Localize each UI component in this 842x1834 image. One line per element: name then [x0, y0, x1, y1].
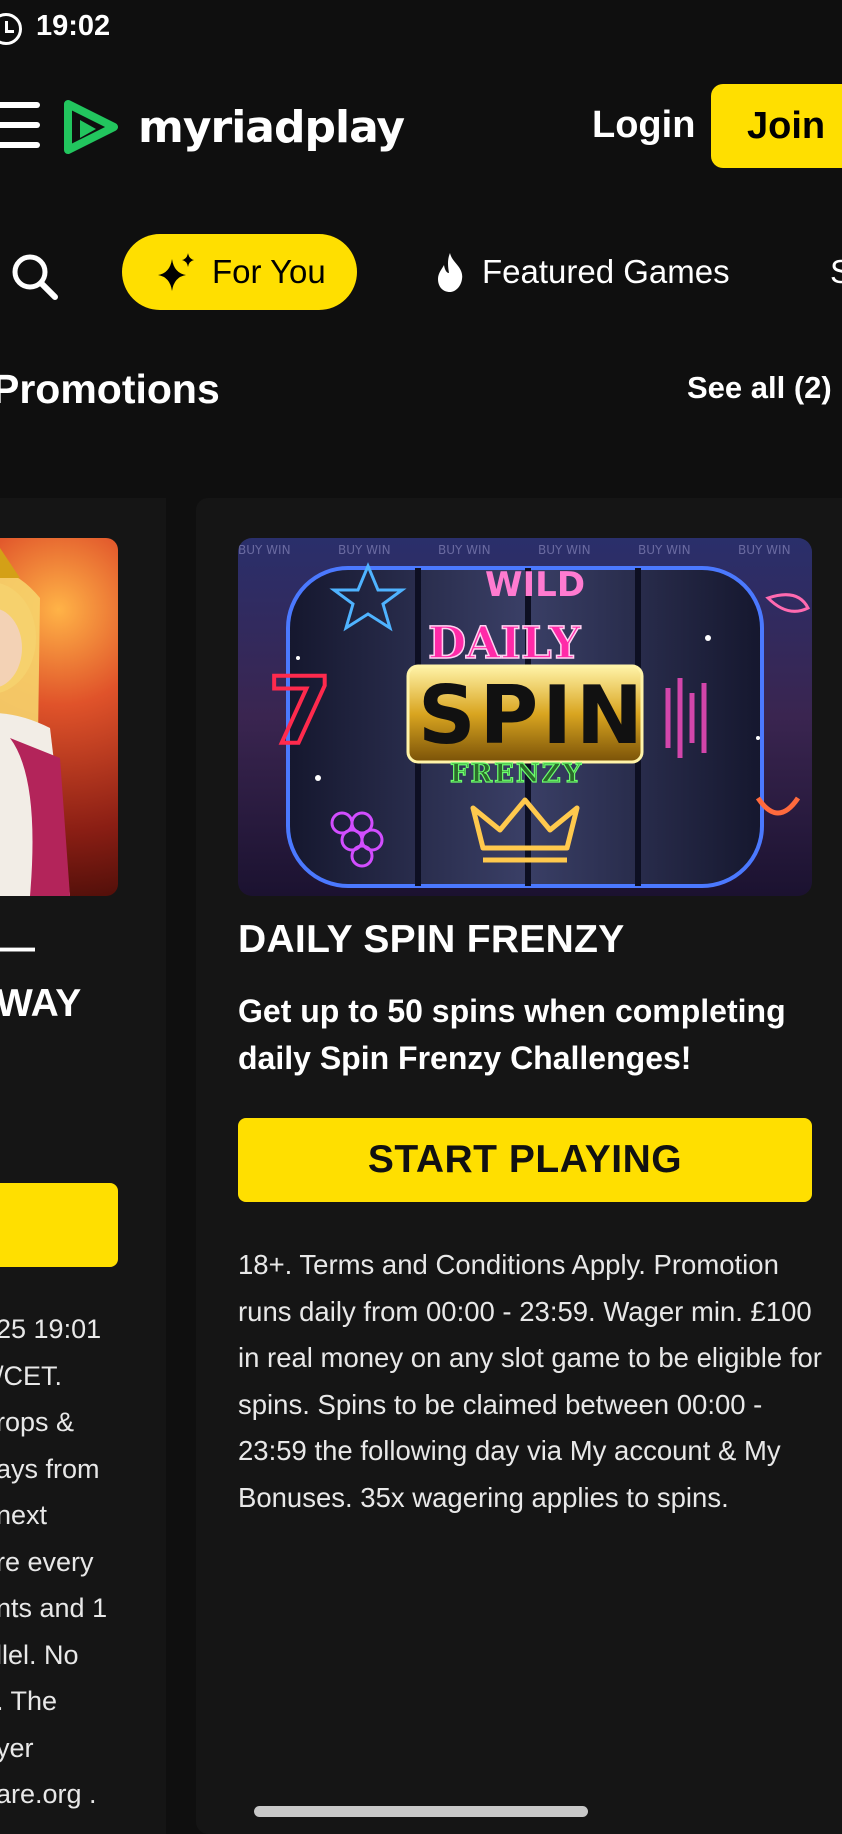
home-indicator[interactable] — [254, 1806, 588, 1817]
watermark-text: BUY WIN — [738, 543, 791, 557]
login-link[interactable]: Login — [592, 104, 695, 147]
daily-text: DAILY — [428, 618, 581, 669]
watermark-text: BUY WIN — [638, 543, 691, 557]
sparkle-icon — [158, 253, 194, 291]
terms-line: yer — [0, 1732, 34, 1763]
wild-text: WILD — [485, 565, 585, 605]
start-playing-button[interactable]: START PLAYING — [238, 1118, 812, 1202]
promo-terms: 18+. Terms and Conditions Apply. Promoti… — [238, 1249, 822, 1513]
character-illustration — [0, 548, 70, 896]
brand-name: myriadplay — [138, 101, 405, 153]
promo-image-partial[interactable] — [0, 538, 118, 896]
terms-line: /CET. — [0, 1360, 63, 1391]
frenzy-text: FRENZY — [450, 759, 583, 789]
header: myriadplay Login Join — [0, 80, 842, 180]
promo-terms-partial: 25 19:01 /CET. rops & ays from next re e… — [0, 1306, 156, 1818]
terms-line: llel. No — [0, 1639, 79, 1670]
watermark-text: BUY WIN — [538, 543, 591, 557]
terms-line: re every — [0, 1546, 94, 1577]
flame-icon — [438, 253, 463, 292]
hamburger-menu-icon[interactable] — [0, 100, 40, 150]
tab-more[interactable]: S — [830, 234, 842, 310]
play-logo-icon — [64, 100, 118, 154]
app-screen: 19:02 myriadplay Login Join For You Feat… — [0, 0, 842, 1834]
status-time: 19:02 — [36, 10, 111, 42]
promo-title: DAILY SPIN FRENZY — [238, 918, 625, 961]
terms-line: 25 19:01 — [0, 1314, 102, 1344]
tab-featured-games[interactable]: Featured Games — [434, 234, 730, 310]
watermark-text: BUY WIN — [438, 543, 491, 557]
watermark-text: BUY WIN — [338, 543, 391, 557]
tab-label: For You — [212, 253, 326, 290]
terms-line: . The — [0, 1686, 58, 1716]
promo-description: Get up to 50 spins when completing daily… — [238, 993, 786, 1076]
svg-text:7: 7 — [268, 658, 332, 765]
search-icon[interactable] — [10, 252, 60, 302]
promo-image[interactable]: BUY WIN BUY WIN BUY WIN BUY WIN BUY WIN … — [238, 538, 812, 896]
terms-line: nts and 1 — [0, 1593, 108, 1623]
title-line: — — [0, 920, 81, 976]
title-line: WAY — [0, 982, 82, 1025]
category-nav: For You Featured Games S — [0, 232, 842, 312]
spin-text: SPIN — [418, 669, 647, 762]
terms-line: next — [0, 1500, 48, 1530]
tab-for-you[interactable]: For You — [122, 234, 357, 310]
section-title: Promotions — [0, 366, 220, 412]
promo-button-partial[interactable] — [0, 1183, 118, 1267]
join-button[interactable]: Join — [711, 84, 842, 168]
brand-logo[interactable]: myriadplay — [62, 92, 405, 162]
status-bar: 19:02 — [0, 0, 842, 52]
tab-label: S — [830, 253, 842, 290]
terms-line: ays from — [0, 1453, 100, 1484]
clock-icon — [0, 13, 22, 45]
tab-label: Featured Games — [482, 253, 730, 290]
daily-spin-frenzy-artwork: BUY WIN BUY WIN BUY WIN BUY WIN BUY WIN … — [238, 538, 812, 896]
watermark-text: BUY WIN — [238, 543, 291, 557]
terms-line: are.org . — [0, 1779, 97, 1809]
see-all-link[interactable]: See all (2) — [687, 370, 832, 406]
promo-title-partial: — WAY — [0, 920, 81, 1032]
terms-line: rops & — [0, 1407, 75, 1437]
